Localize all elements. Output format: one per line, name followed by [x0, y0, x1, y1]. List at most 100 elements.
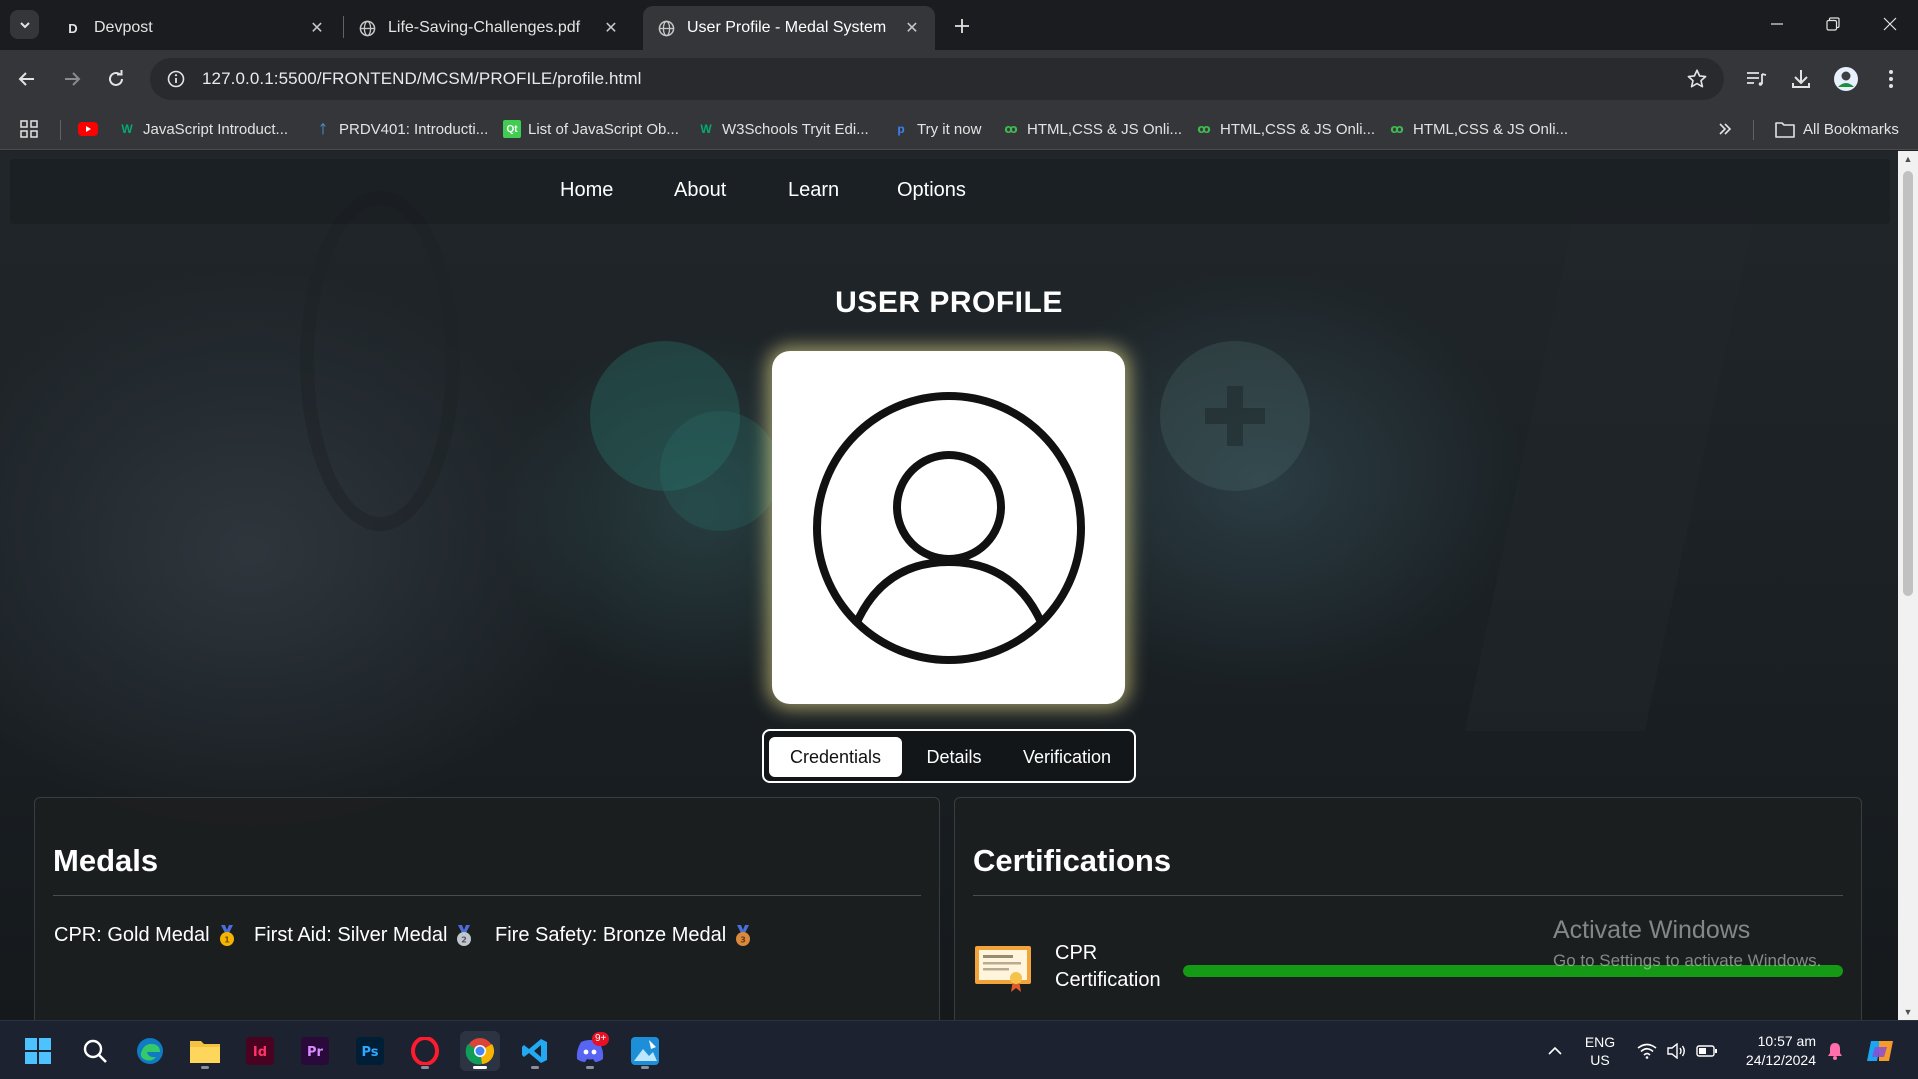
close-icon[interactable]: ✕ [602, 19, 620, 37]
taskbar-app[interactable] [625, 1031, 665, 1071]
bronze-medal-icon: 3 [736, 924, 751, 946]
bookmarks-overflow-button[interactable] [1718, 117, 1732, 141]
saylor-icon: ᛏ [319, 122, 327, 136]
running-indicator [531, 1066, 539, 1069]
w3schools-icon: W [700, 122, 712, 136]
tab-search-button[interactable] [10, 10, 39, 39]
nav-learn-link[interactable]: Learn [788, 179, 839, 202]
bookmark-label: List of JavaScript Ob... [528, 120, 679, 138]
battery-status[interactable] [1694, 1021, 1720, 1079]
medal-text: First Aid: Silver Medal [254, 924, 448, 946]
notifications-button[interactable] [1822, 1021, 1848, 1079]
bookmarks-divider [60, 120, 61, 140]
activate-windows-watermark: Activate Windows Go to Settings to activ… [1553, 916, 1821, 971]
tab-user-profile[interactable]: User Profile - Medal System ✕ [643, 6, 935, 50]
close-icon[interactable]: ✕ [308, 19, 326, 37]
page-viewport: Home About Learn Options USER PROFILE Cr… [0, 151, 1898, 1020]
bookmark-star-button[interactable] [1686, 68, 1708, 95]
page-title: USER PROFILE [835, 286, 1063, 319]
bookmark-w3schools-tryit[interactable]: W W3Schools Tryit Edi... [697, 117, 868, 141]
restore-button[interactable] [1805, 0, 1861, 48]
taskbar-opera[interactable] [405, 1031, 445, 1071]
tab-verification[interactable]: Verification [1004, 737, 1130, 777]
input-language-indicator[interactable]: ENG US [1578, 1021, 1622, 1079]
running-indicator [201, 1066, 209, 1069]
wifi-status[interactable] [1634, 1021, 1660, 1079]
browser-menu-button[interactable] [1877, 65, 1905, 93]
nav-about-link[interactable]: About [674, 179, 726, 202]
plus-icon [955, 19, 969, 33]
photoshop-icon: Ps [356, 1037, 384, 1065]
taskbar-file-explorer[interactable] [185, 1031, 225, 1071]
taskbar-premiere[interactable]: Pr [295, 1031, 335, 1071]
profile-avatar-card[interactable] [772, 351, 1125, 704]
volume-status[interactable] [1664, 1021, 1690, 1079]
taskbar-edge[interactable] [130, 1031, 170, 1071]
divider [53, 895, 921, 896]
bookmark-js-objects[interactable]: Qt List of JavaScript Ob... [503, 117, 679, 141]
scroll-down-arrow[interactable]: ▼ [1903, 1007, 1913, 1017]
apps-grid-icon [20, 120, 38, 138]
taskbar-vscode[interactable] [515, 1031, 555, 1071]
windows-taskbar: Id Pr Ps 9+ ENG US 10:57 am 24/12/2024 [0, 1020, 1918, 1079]
minimize-button[interactable] [1749, 0, 1805, 48]
taskbar-photoshop[interactable]: Ps [350, 1031, 390, 1071]
certification-label: CPR Certification [1055, 942, 1161, 991]
bookmark-html-css-js-1[interactable]: ꝏ HTML,CSS & JS Onli... [1002, 117, 1182, 141]
bookmark-try-it-now[interactable]: p Try it now [892, 117, 981, 141]
tab-pdf[interactable]: Life-Saving-Challenges.pdf ✕ [344, 6, 634, 50]
p-icon: p [897, 122, 905, 136]
downloads-button[interactable] [1787, 65, 1815, 93]
apps-button[interactable] [20, 117, 38, 141]
running-indicator [421, 1066, 429, 1069]
new-tab-button[interactable] [948, 12, 976, 40]
nav-home-link[interactable]: Home [560, 179, 613, 202]
system-clock[interactable]: 10:57 am 24/12/2024 [1730, 1021, 1816, 1079]
reading-list-button[interactable] [1742, 65, 1770, 93]
bookmark-label: JavaScript Introduct... [143, 120, 289, 138]
bookmark-javascript-intro[interactable]: W JavaScript Introduct... [118, 117, 288, 141]
medal-item-fire-safety: Fire Safety: Bronze Medal 3 [495, 924, 752, 947]
site-info-button[interactable] [156, 59, 196, 99]
close-window-button[interactable] [1862, 0, 1918, 48]
start-button[interactable] [18, 1031, 58, 1071]
running-indicator [641, 1066, 649, 1069]
taskbar-discord[interactable]: 9+ [570, 1031, 610, 1071]
avatar-icon [1834, 67, 1858, 91]
nav-options-link[interactable]: Options [897, 179, 966, 202]
bookmark-prdv401[interactable]: ᛏ PRDV401: Introducti... [314, 117, 488, 141]
tab-devpost[interactable]: D Devpost ✕ [50, 6, 340, 50]
photos-app-icon [631, 1037, 659, 1065]
w3schools-icon: W [121, 122, 133, 136]
address-bar[interactable]: 127.0.0.1:5500/FRONTEND/MCSM/PROFILE/pro… [150, 58, 1724, 100]
chrome-icon [465, 1038, 495, 1065]
url-text[interactable]: 127.0.0.1:5500/FRONTEND/MCSM/PROFILE/pro… [202, 69, 642, 89]
svg-text:Ps: Ps [361, 1045, 378, 1060]
taskbar-chrome[interactable] [460, 1031, 500, 1071]
close-icon[interactable]: ✕ [903, 19, 921, 37]
taskbar-indesign[interactable]: Id [240, 1031, 280, 1071]
reload-button[interactable] [101, 64, 131, 94]
scrollbar-thumb[interactable] [1903, 171, 1913, 596]
bookmark-youtube[interactable] [78, 117, 98, 141]
forward-button[interactable] [57, 64, 87, 94]
tab-details[interactable]: Details [909, 737, 999, 777]
search-button[interactable] [75, 1031, 115, 1071]
medal-text: CPR: Gold Medal [54, 924, 210, 946]
tab-title: Devpost [94, 19, 153, 36]
kebab-menu-icon [1889, 70, 1893, 88]
bookmark-html-css-js-3[interactable]: ꝏ HTML,CSS & JS Onli... [1388, 117, 1568, 141]
page-scrollbar[interactable]: ▲ ▼ [1898, 151, 1918, 1020]
tray-overflow-button[interactable] [1540, 1021, 1570, 1079]
tab-title: Life-Saving-Challenges.pdf [388, 19, 581, 36]
bookmark-html-css-js-2[interactable]: ꝏ HTML,CSS & JS Onli... [1195, 117, 1375, 141]
scroll-up-arrow[interactable]: ▲ [1903, 154, 1913, 164]
copilot-button[interactable] [1862, 1021, 1898, 1079]
profile-avatar-button[interactable] [1832, 65, 1860, 93]
all-bookmarks-button[interactable]: All Bookmarks [1775, 117, 1899, 141]
youtube-icon [78, 122, 98, 136]
tab-credentials[interactable]: Credentials [769, 737, 902, 777]
back-button[interactable] [12, 64, 42, 94]
svg-text:2: 2 [462, 935, 468, 944]
arrow-right-icon [65, 72, 81, 86]
